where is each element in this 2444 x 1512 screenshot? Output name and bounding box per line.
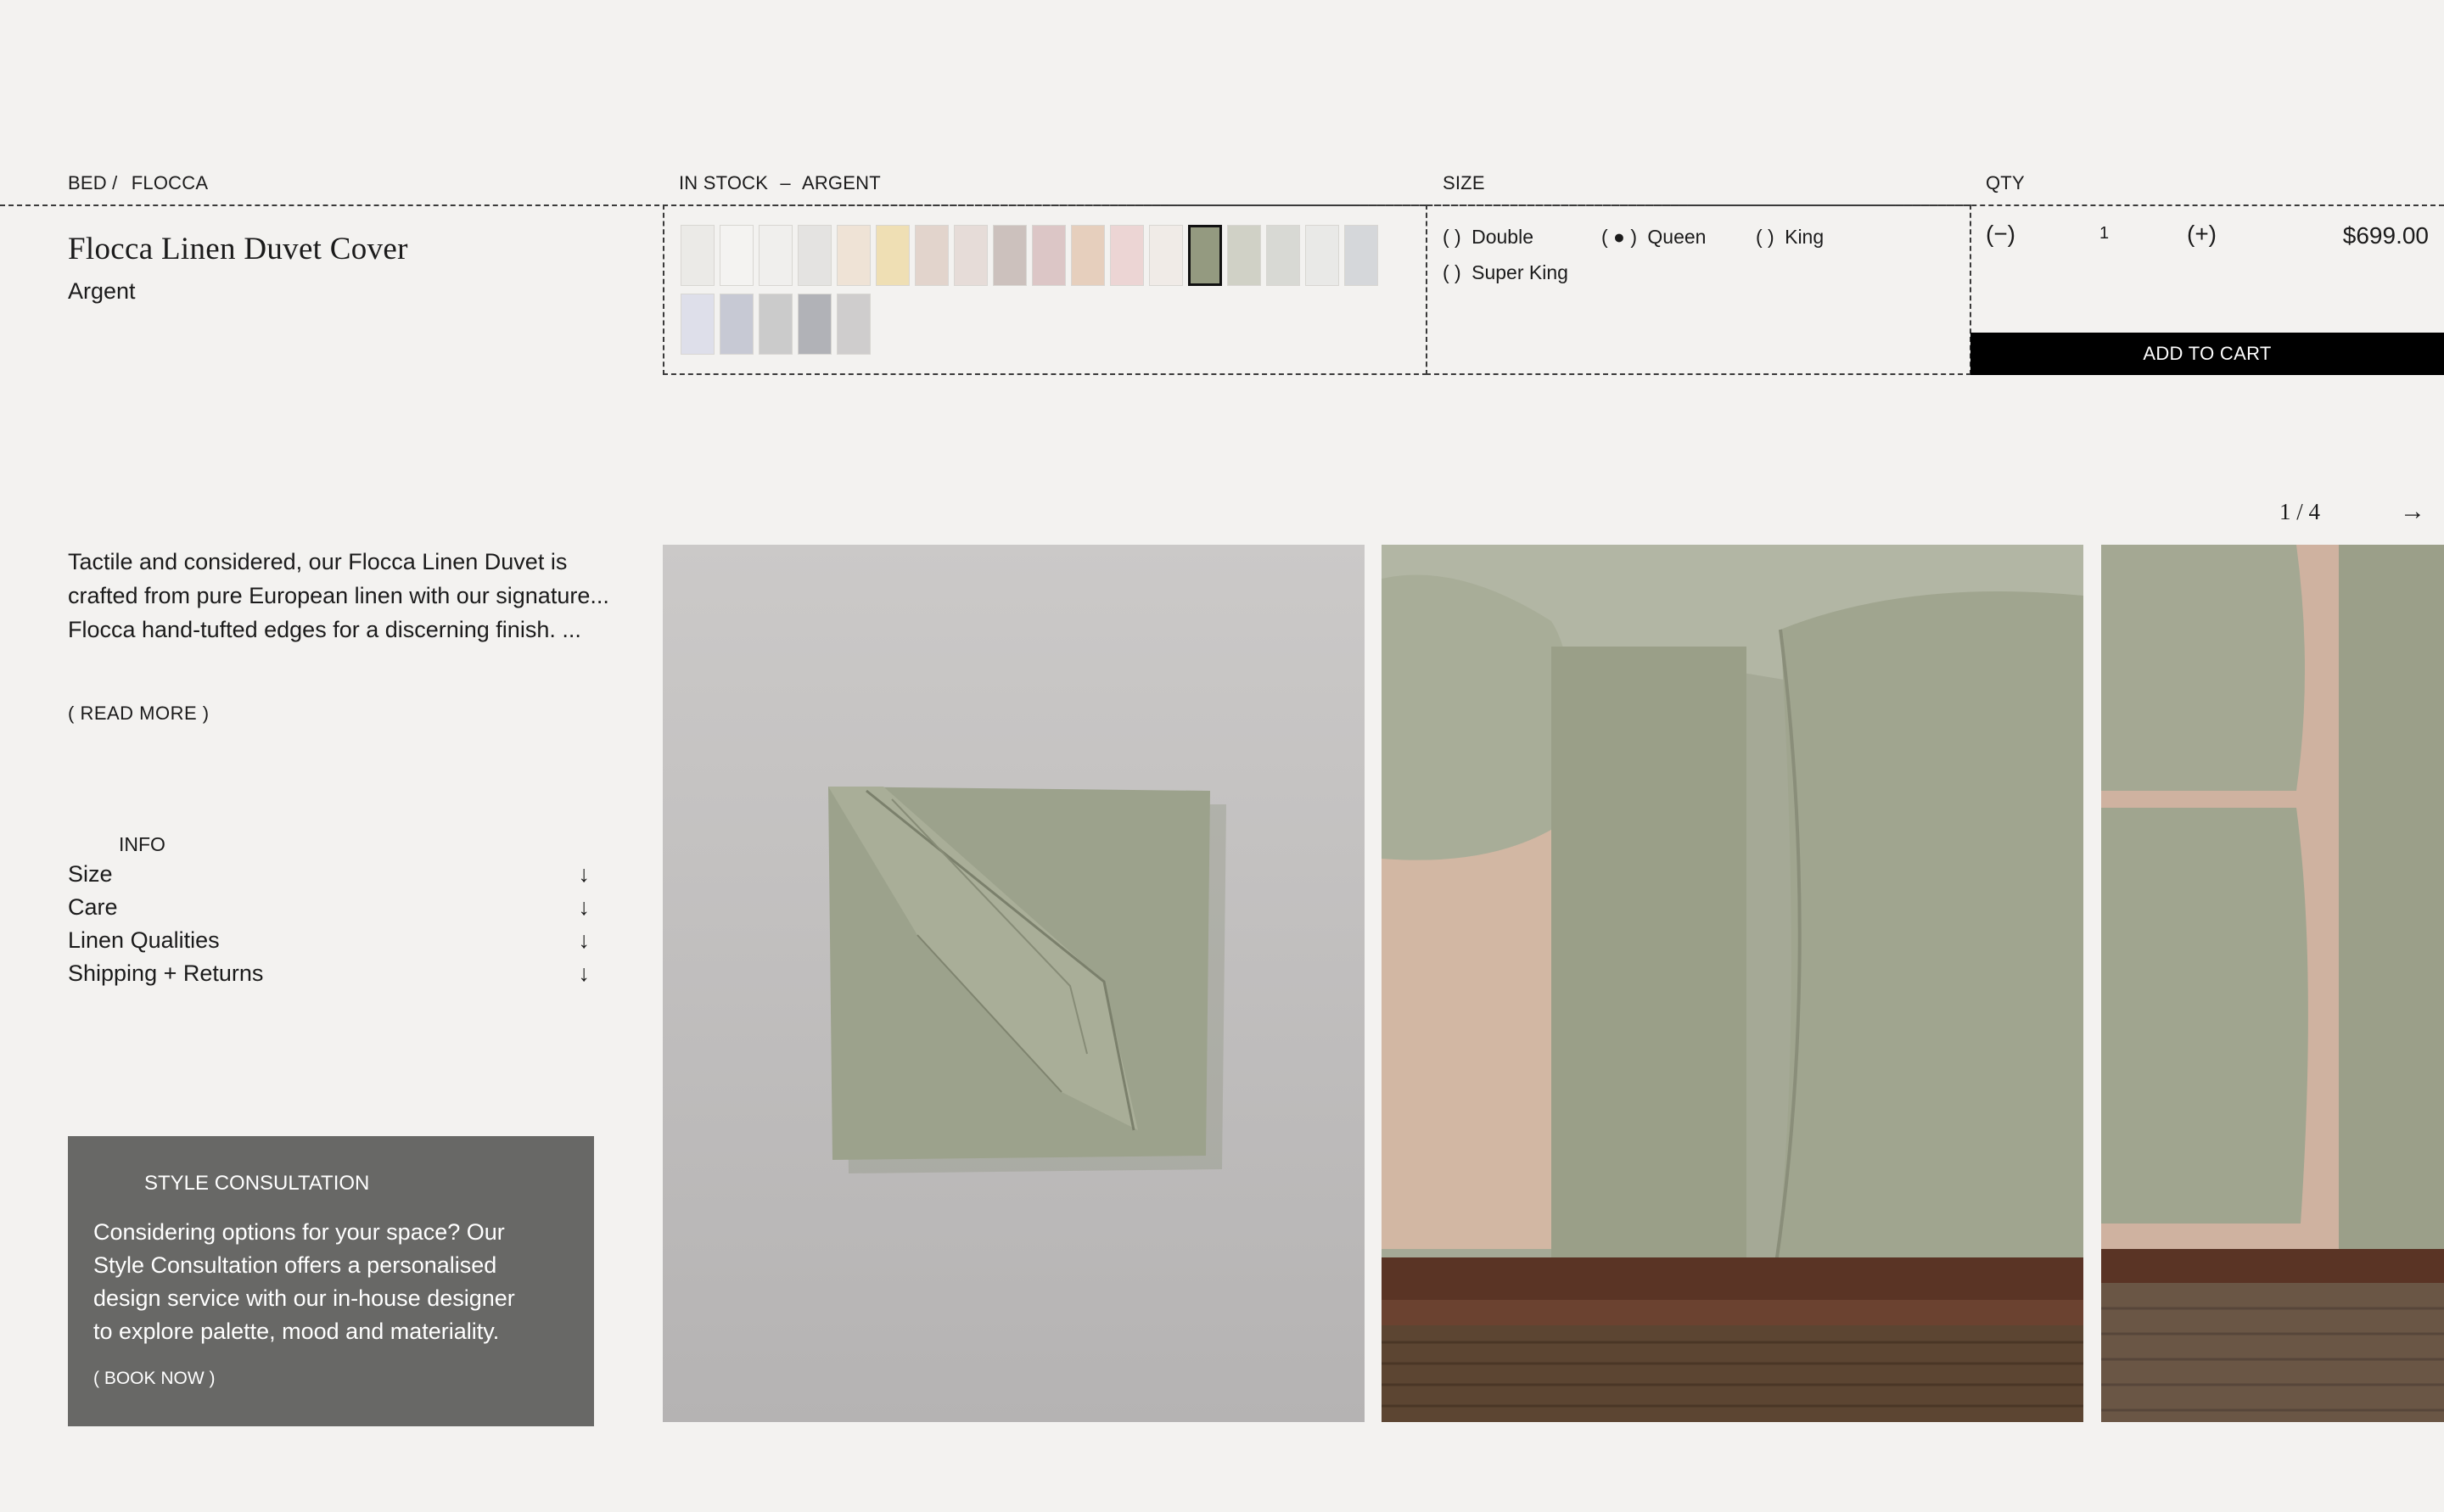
colour-swatch[interactable] — [1227, 225, 1261, 286]
colour-swatch[interactable] — [681, 294, 715, 355]
consultation-heading: STYLE CONSULTATION — [144, 1172, 370, 1195]
colour-swatch[interactable] — [1188, 225, 1222, 286]
colour-swatch[interactable] — [1149, 225, 1183, 286]
product-description: Tactile and considered, our Flocca Linen… — [68, 545, 628, 647]
size-option-queen[interactable]: ( ● ) Queen — [1601, 226, 1706, 249]
consultation-line: design service with our in-house designe… — [93, 1285, 515, 1311]
size-label: SIZE — [1443, 172, 1485, 193]
size-option-label: Queen — [1647, 226, 1707, 248]
arrow-down-icon: ↓ — [578, 960, 591, 986]
info-item-size[interactable]: Size ↓ — [68, 861, 590, 888]
colour-swatch[interactable] — [1032, 225, 1066, 286]
size-option-super-king[interactable]: ( ) Super King — [1443, 261, 1568, 284]
colour-swatch[interactable] — [1110, 225, 1144, 286]
radio-marker: ( ) — [1443, 226, 1461, 248]
colour-swatch[interactable] — [993, 225, 1027, 286]
product-image-bed[interactable] — [1382, 545, 2083, 1422]
product-variant: Argent — [68, 278, 136, 304]
colour-swatch[interactable] — [1305, 225, 1339, 286]
arrow-right-icon[interactable]: → — [2400, 497, 2425, 526]
colour-swatch[interactable] — [720, 294, 754, 355]
breadcrumb: BED / FLOCCA — [68, 172, 208, 194]
pillows-image — [2101, 545, 2444, 1422]
style-consultation-card: STYLE CONSULTATION Considering options f… — [68, 1136, 594, 1426]
product-image-folded[interactable] — [663, 545, 1365, 1422]
size-option-king[interactable]: ( ) King — [1756, 226, 1824, 249]
radio-marker: ( ) — [1443, 261, 1461, 283]
consultation-line: to explore palette, mood and materiality… — [93, 1319, 500, 1344]
radio-marker: ( ) — [1756, 226, 1774, 248]
stock-status-text: IN STOCK — [679, 172, 769, 193]
size-option-label: King — [1785, 226, 1825, 248]
colour-swatch[interactable] — [681, 225, 715, 286]
info-item-label: Shipping + Returns — [68, 960, 264, 986]
info-item-shipping-returns[interactable]: Shipping + Returns ↓ — [68, 960, 590, 987]
info-item-care[interactable]: Care ↓ — [68, 894, 590, 921]
qty-label: QTY — [1986, 172, 2025, 193]
colour-swatch[interactable] — [759, 225, 793, 286]
info-item-label: Size — [68, 861, 113, 887]
arrow-down-icon: ↓ — [578, 927, 591, 953]
arrow-down-icon: ↓ — [578, 861, 591, 887]
colour-swatch[interactable] — [954, 225, 988, 286]
consultation-line: Considering options for your space? Our — [93, 1219, 505, 1245]
colour-swatch[interactable] — [837, 294, 871, 355]
info-item-label: Care — [68, 894, 118, 920]
size-option-label: Super King — [1471, 261, 1568, 283]
colour-swatch[interactable] — [759, 294, 793, 355]
book-now-link[interactable]: ( BOOK NOW ) — [93, 1369, 216, 1389]
colour-swatch[interactable] — [1344, 225, 1378, 286]
gallery-counter: 1 / 4 — [2279, 499, 2321, 524]
size-option-double[interactable]: ( ) Double — [1443, 226, 1533, 249]
info-heading: INFO — [119, 833, 165, 855]
product-price: $699.00 — [2342, 222, 2429, 249]
description-line: Flocca hand-tufted edges for a discernin… — [68, 617, 581, 642]
folded-linen-image — [663, 545, 1365, 1422]
info-item-linen-qualities[interactable]: Linen Qualities ↓ — [68, 927, 590, 954]
consultation-line: Style Consultation offers a personalised — [93, 1252, 497, 1278]
stock-separator: – — [780, 172, 791, 193]
description-line: Tactile and considered, our Flocca Linen… — [68, 549, 568, 574]
info-item-label: Linen Qualities — [68, 927, 220, 953]
colour-swatch[interactable] — [798, 225, 832, 286]
colour-swatch[interactable] — [720, 225, 754, 286]
colour-swatch[interactable] — [1071, 225, 1105, 286]
description-line: crafted from pure European linen with ou… — [68, 583, 609, 608]
product-image-pillows[interactable] — [2101, 545, 2444, 1422]
add-to-cart-button[interactable]: ADD TO CART — [1970, 333, 2444, 375]
read-more-link[interactable]: ( READ MORE ) — [68, 703, 210, 725]
colour-swatch[interactable] — [1266, 225, 1300, 286]
colour-swatch[interactable] — [915, 225, 949, 286]
bed-image — [1382, 545, 2083, 1422]
colour-swatch[interactable] — [837, 225, 871, 286]
qty-decrease-button[interactable]: (−) — [1986, 221, 2015, 248]
breadcrumb-flocca-link[interactable]: FLOCCA — [132, 172, 208, 193]
qty-increase-button[interactable]: (+) — [2187, 221, 2217, 248]
product-title: Flocca Linen Duvet Cover — [68, 232, 408, 266]
breadcrumb-bed-link[interactable]: BED / — [68, 172, 117, 193]
arrow-down-icon: ↓ — [578, 894, 591, 920]
colour-swatch[interactable] — [798, 294, 832, 355]
radio-marker: ( ● ) — [1601, 226, 1637, 248]
qty-value[interactable]: 1 — [2099, 224, 2109, 244]
size-option-label: Double — [1471, 226, 1533, 248]
selected-colour-name: ARGENT — [801, 172, 881, 193]
colour-swatch[interactable] — [876, 225, 910, 286]
consultation-text: Considering options for your space? Our … — [93, 1216, 586, 1348]
stock-status: IN STOCK – ARGENT — [679, 172, 881, 194]
